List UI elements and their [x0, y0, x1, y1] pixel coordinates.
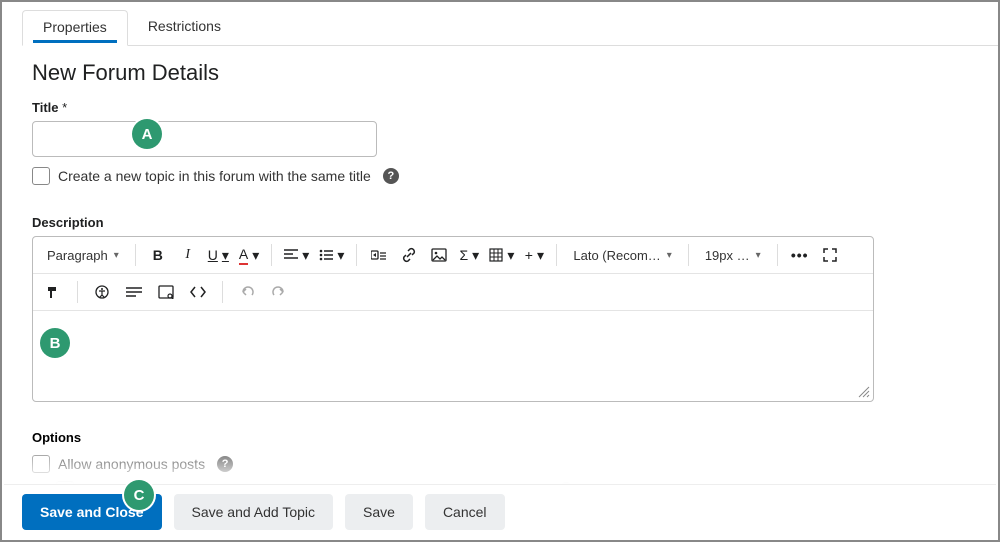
content-area: Properties Restrictions New Forum Detail…	[2, 10, 998, 525]
cancel-label: Cancel	[443, 504, 487, 520]
accessibility-checker-button[interactable]	[88, 278, 116, 306]
callout-marker-c: C	[124, 480, 154, 510]
save-button[interactable]: Save	[345, 494, 413, 530]
equation-button[interactable]: Σ▾	[455, 241, 483, 269]
allow-anon-label: Allow anonymous posts	[58, 456, 205, 472]
allow-anon-checkbox[interactable]	[32, 455, 50, 473]
table-button[interactable]: ▾	[485, 241, 518, 269]
preview-button[interactable]	[152, 278, 180, 306]
chevron-down-icon: ▾	[667, 250, 672, 261]
font-size-dropdown[interactable]: 19px … ▾	[697, 241, 769, 269]
chevron-down-icon: ▾	[537, 247, 544, 264]
word-count-button[interactable]	[120, 278, 148, 306]
bold-button[interactable]: B	[144, 241, 172, 269]
tab-restrictions-label: Restrictions	[148, 18, 221, 34]
title-label: Title *	[32, 100, 968, 115]
paragraph-style-dropdown[interactable]: Paragraph ▾	[39, 241, 127, 269]
insert-button[interactable]: +▾	[520, 241, 548, 269]
align-button[interactable]: ▾	[280, 241, 313, 269]
tab-restrictions[interactable]: Restrictions	[128, 10, 241, 45]
editor-textarea[interactable]	[33, 311, 873, 401]
allow-anon-row: Allow anonymous posts ?	[32, 455, 968, 473]
title-label-text: Title	[32, 100, 59, 115]
save-label: Save	[363, 504, 395, 520]
source-code-button[interactable]	[184, 278, 212, 306]
description-label: Description	[32, 215, 968, 230]
font-size-label: 19px …	[705, 248, 750, 263]
tab-bar: Properties Restrictions	[22, 10, 998, 46]
redo-button[interactable]	[265, 278, 293, 306]
font-family-label: Lato (Recom…	[573, 248, 660, 263]
undo-button[interactable]	[233, 278, 261, 306]
chevron-down-icon: ▾	[302, 247, 309, 264]
tab-properties-label: Properties	[43, 19, 107, 35]
page-title: New Forum Details	[32, 60, 968, 86]
chevron-down-icon: ▾	[114, 250, 119, 261]
chevron-down-icon: ▾	[222, 247, 229, 264]
callout-marker-b: B	[40, 328, 70, 358]
tab-properties[interactable]: Properties	[22, 10, 128, 46]
underline-button[interactable]: U▾	[204, 241, 233, 269]
title-input[interactable]	[32, 121, 377, 157]
main-panel: New Forum Details Title * Create a new t…	[2, 46, 998, 525]
rte-toolbar-row2	[33, 274, 873, 311]
save-and-add-topic-button[interactable]: Save and Add Topic	[174, 494, 334, 530]
create-topic-checkbox[interactable]	[32, 167, 50, 185]
rich-text-editor: Paragraph ▾ B I U▾ A▾ ▾ ▾ Σ▾ ▾ +▾	[32, 236, 874, 402]
chevron-down-icon: ▾	[472, 247, 479, 264]
image-button[interactable]	[425, 241, 453, 269]
save-and-add-label: Save and Add Topic	[192, 504, 316, 520]
options-label: Options	[32, 430, 968, 445]
font-family-dropdown[interactable]: Lato (Recom… ▾	[565, 241, 679, 269]
insert-stuff-button[interactable]	[365, 241, 393, 269]
resize-handle-icon[interactable]	[857, 385, 871, 399]
app-frame: Properties Restrictions New Forum Detail…	[0, 0, 1000, 542]
cancel-button[interactable]: Cancel	[425, 494, 505, 530]
rte-toolbar: Paragraph ▾ B I U▾ A▾ ▾ ▾ Σ▾ ▾ +▾	[33, 237, 873, 274]
italic-button[interactable]: I	[174, 241, 202, 269]
font-color-button[interactable]: A▾	[235, 241, 263, 269]
chevron-down-icon: ▾	[756, 250, 761, 261]
format-painter-button[interactable]	[39, 278, 67, 306]
link-button[interactable]	[395, 241, 423, 269]
fullscreen-button[interactable]	[816, 241, 844, 269]
create-topic-row: Create a new topic in this forum with th…	[32, 167, 968, 185]
list-button[interactable]: ▾	[315, 241, 348, 269]
create-topic-label: Create a new topic in this forum with th…	[58, 168, 371, 184]
more-button[interactable]: •••	[786, 241, 814, 269]
chevron-down-icon: ▾	[337, 247, 344, 264]
help-icon[interactable]: ?	[383, 168, 399, 184]
help-icon[interactable]: ?	[217, 456, 233, 472]
callout-marker-a: A	[132, 119, 162, 149]
required-indicator: *	[62, 100, 67, 115]
paragraph-style-label: Paragraph	[47, 248, 108, 263]
chevron-down-icon: ▾	[252, 247, 259, 264]
chevron-down-icon: ▾	[507, 247, 514, 264]
